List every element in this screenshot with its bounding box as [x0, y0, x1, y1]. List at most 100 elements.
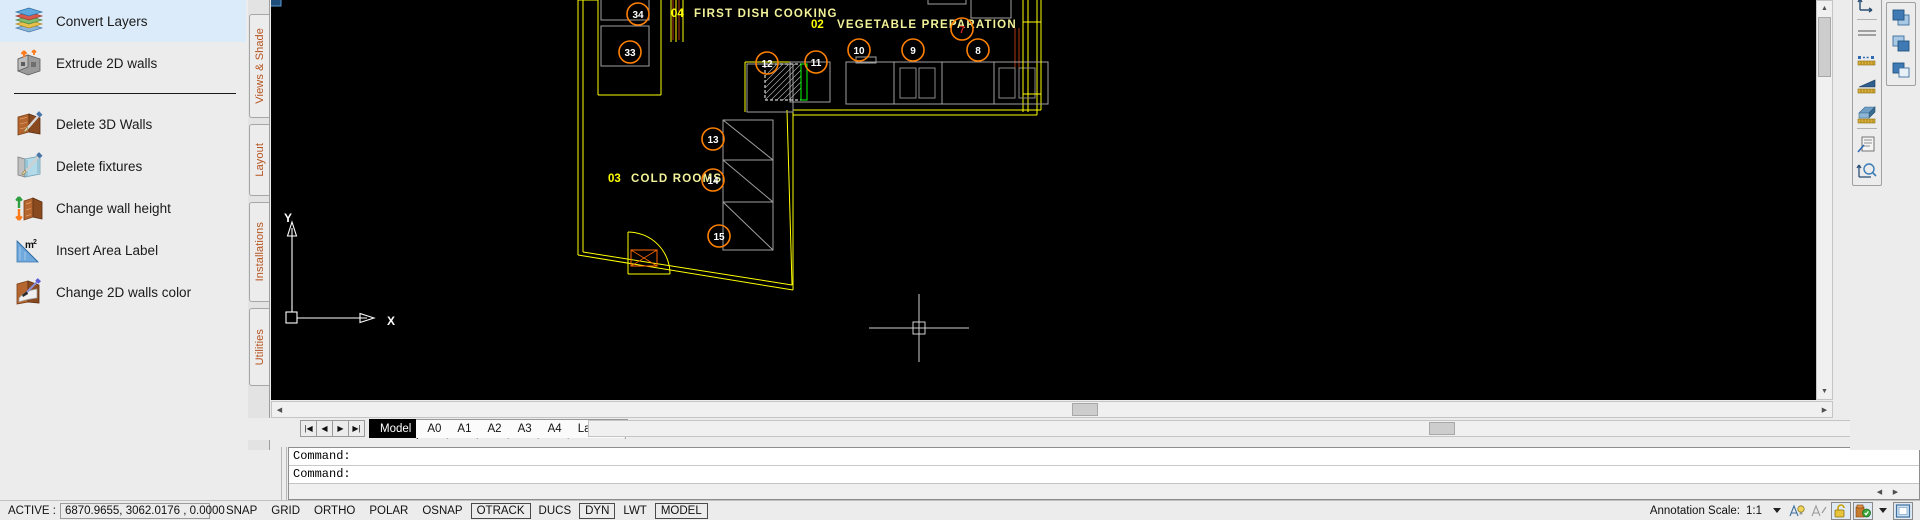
- command-change-2d-walls-color[interactable]: Change 2D walls color: [0, 271, 246, 313]
- annotation-visibility-icon[interactable]: [1787, 502, 1807, 520]
- callout-bubble: 13: [701, 127, 725, 151]
- tab-model[interactable]: Model: [369, 419, 421, 438]
- scroll-right-arrow[interactable]: ▶: [1888, 484, 1903, 499]
- svg-text:13: 13: [707, 135, 719, 146]
- delete-fixtures-icon: [14, 152, 44, 180]
- insert-area-label-icon: m 2: [14, 236, 44, 264]
- callout-bubble: 34: [626, 2, 650, 26]
- sidebar-tab-views-shade[interactable]: Views & Shade: [249, 14, 269, 118]
- scroll-left-arrow[interactable]: ◀: [272, 402, 287, 417]
- status-tray-icon[interactable]: [1853, 501, 1873, 520]
- crosshair-cursor: [869, 294, 969, 362]
- annotation-add-scale-icon[interactable]: [1809, 502, 1829, 520]
- toggle-ortho[interactable]: ORTHO: [308, 503, 361, 519]
- scroll-right-arrow[interactable]: ▶: [1817, 402, 1832, 417]
- tab-a3[interactable]: A3: [506, 419, 541, 438]
- tab-label: Model: [380, 423, 412, 435]
- svg-text:7: 7: [959, 25, 965, 36]
- sidebar-tab-installations[interactable]: Installations: [249, 202, 269, 302]
- send-to-back-icon[interactable]: [1889, 32, 1913, 56]
- sidebar-tab-label: Utilities: [253, 328, 266, 366]
- tab-label: A3: [517, 423, 532, 435]
- coordinate-readout[interactable]: 6870.9655, 3062.0176 , 0.0000: [59, 502, 225, 519]
- callout-bubbles: 34 33 12 11 10 9 8 7 13 14 15: [618, 2, 990, 248]
- scroll-down-arrow[interactable]: ▼: [1817, 384, 1832, 399]
- command-delete-fixtures[interactable]: Delete fixtures: [0, 145, 246, 187]
- dim-arc-icon[interactable]: [1855, 101, 1879, 125]
- command-window[interactable]: Command: Command: ◀ ▶: [288, 447, 1920, 500]
- sidebar-tab-label: Layout: [253, 143, 266, 177]
- clean-screen-icon[interactable]: [1893, 501, 1913, 520]
- first-tab-button[interactable]: |◀: [300, 420, 317, 437]
- prev-tab-button[interactable]: ◀: [316, 420, 333, 437]
- svg-text:10: 10: [853, 46, 865, 57]
- dim-inspect-icon[interactable]: [1855, 158, 1879, 182]
- status-tray-chevron-icon[interactable]: [1879, 508, 1887, 513]
- next-tab-button[interactable]: ▶: [332, 420, 349, 437]
- dim-ordinate-icon[interactable]: [1855, 75, 1879, 99]
- bring-to-front-icon[interactable]: [1889, 6, 1913, 30]
- command-window-grip[interactable]: [281, 447, 287, 500]
- fixture-lines: [600, 0, 1049, 251]
- callout-bubble: 15: [707, 224, 731, 248]
- sidebar-tab-layout[interactable]: Layout: [249, 124, 269, 196]
- ucs-icon[interactable]: [1855, 0, 1879, 16]
- command-change-wall-height[interactable]: Change wall height: [0, 187, 246, 229]
- toolbar-divider: [1857, 128, 1877, 129]
- svg-text:8: 8: [975, 46, 981, 57]
- dim-aligned-icon[interactable]: [1855, 49, 1879, 73]
- toggle-label: DUCS: [538, 504, 572, 517]
- tab-label: A1: [457, 423, 472, 435]
- draworder-toolbar: [1886, 2, 1916, 86]
- toggle-ducs[interactable]: DUCS: [533, 503, 578, 519]
- toggle-lwt[interactable]: LWT: [617, 503, 652, 519]
- command-label: Convert Layers: [56, 13, 148, 29]
- toolbar-divider: [1857, 19, 1877, 20]
- callout-bubble: 33: [618, 40, 642, 64]
- scroll-up-arrow[interactable]: ▲: [1817, 1, 1832, 16]
- command-delete-3d-walls[interactable]: Delete 3D Walls: [0, 103, 246, 145]
- command-label: Change wall height: [56, 200, 171, 216]
- tab-a1[interactable]: A1: [446, 419, 481, 438]
- drawing-canvas[interactable]: Y X 04 FIRST DISH COOKING 02 VEGETABLE P…: [271, 0, 1833, 400]
- command-prompt-line[interactable]: Command:: [289, 466, 1919, 483]
- tab-a4[interactable]: A4: [536, 419, 571, 438]
- scroll-left-arrow[interactable]: ◀: [1872, 484, 1887, 499]
- dim-linear-icon[interactable]: [1855, 23, 1879, 47]
- viewport-control-button: [271, 0, 282, 7]
- sidebar-tab-utilities[interactable]: Utilities: [249, 308, 269, 386]
- svg-text:11: 11: [811, 58, 822, 69]
- toggle-osnap[interactable]: OSNAP: [416, 503, 468, 519]
- right-toolbars: [1850, 0, 1920, 450]
- toggle-snap[interactable]: SNAP: [220, 503, 263, 519]
- scroll-thumb[interactable]: [1429, 422, 1455, 435]
- canvas-horizontal-scrollbar[interactable]: ◀ ▶: [271, 401, 1833, 418]
- wall-lines: [577, 0, 1042, 291]
- scroll-thumb[interactable]: [1072, 403, 1098, 416]
- last-tab-button[interactable]: ▶|: [348, 420, 365, 437]
- bring-above-icon[interactable]: [1889, 58, 1913, 82]
- change-2d-walls-color-icon: [14, 278, 44, 306]
- change-wall-height-icon: [14, 194, 44, 222]
- room-label-03: 03 COLD ROOMS: [608, 173, 721, 185]
- status-toggles: SNAP GRID ORTHO POLAR OSNAP OTRACK DUCS …: [220, 502, 710, 519]
- scroll-thumb[interactable]: [1818, 17, 1831, 77]
- tab-a2[interactable]: A2: [476, 419, 511, 438]
- lock-toolbars-icon[interactable]: [1831, 501, 1851, 520]
- tab-label: A4: [547, 423, 562, 435]
- canvas-vertical-scrollbar[interactable]: ▲ ▼: [1816, 0, 1833, 400]
- command-insert-area-label[interactable]: m 2 Insert Area Label: [0, 229, 246, 271]
- toggle-polar[interactable]: POLAR: [363, 503, 414, 519]
- toggle-dyn[interactable]: DYN: [579, 502, 616, 519]
- command-window-scrollbar[interactable]: ◀ ▶: [289, 483, 1919, 499]
- toggle-model[interactable]: MODEL: [654, 502, 708, 519]
- chevron-down-icon[interactable]: [1773, 508, 1781, 513]
- command-convert-layers[interactable]: Convert Layers: [0, 0, 246, 42]
- quick-leader-icon[interactable]: [1855, 132, 1879, 156]
- toggle-grid[interactable]: GRID: [265, 503, 306, 519]
- tab-a0[interactable]: A0: [416, 419, 451, 438]
- annotation-scale-value[interactable]: 1:1: [1746, 505, 1762, 517]
- toggle-otrack[interactable]: OTRACK: [470, 502, 531, 519]
- command-extrude-2d-walls[interactable]: Extrude 2D walls: [0, 42, 246, 84]
- tabbar-horizontal-scrollbar[interactable]: [588, 420, 1868, 437]
